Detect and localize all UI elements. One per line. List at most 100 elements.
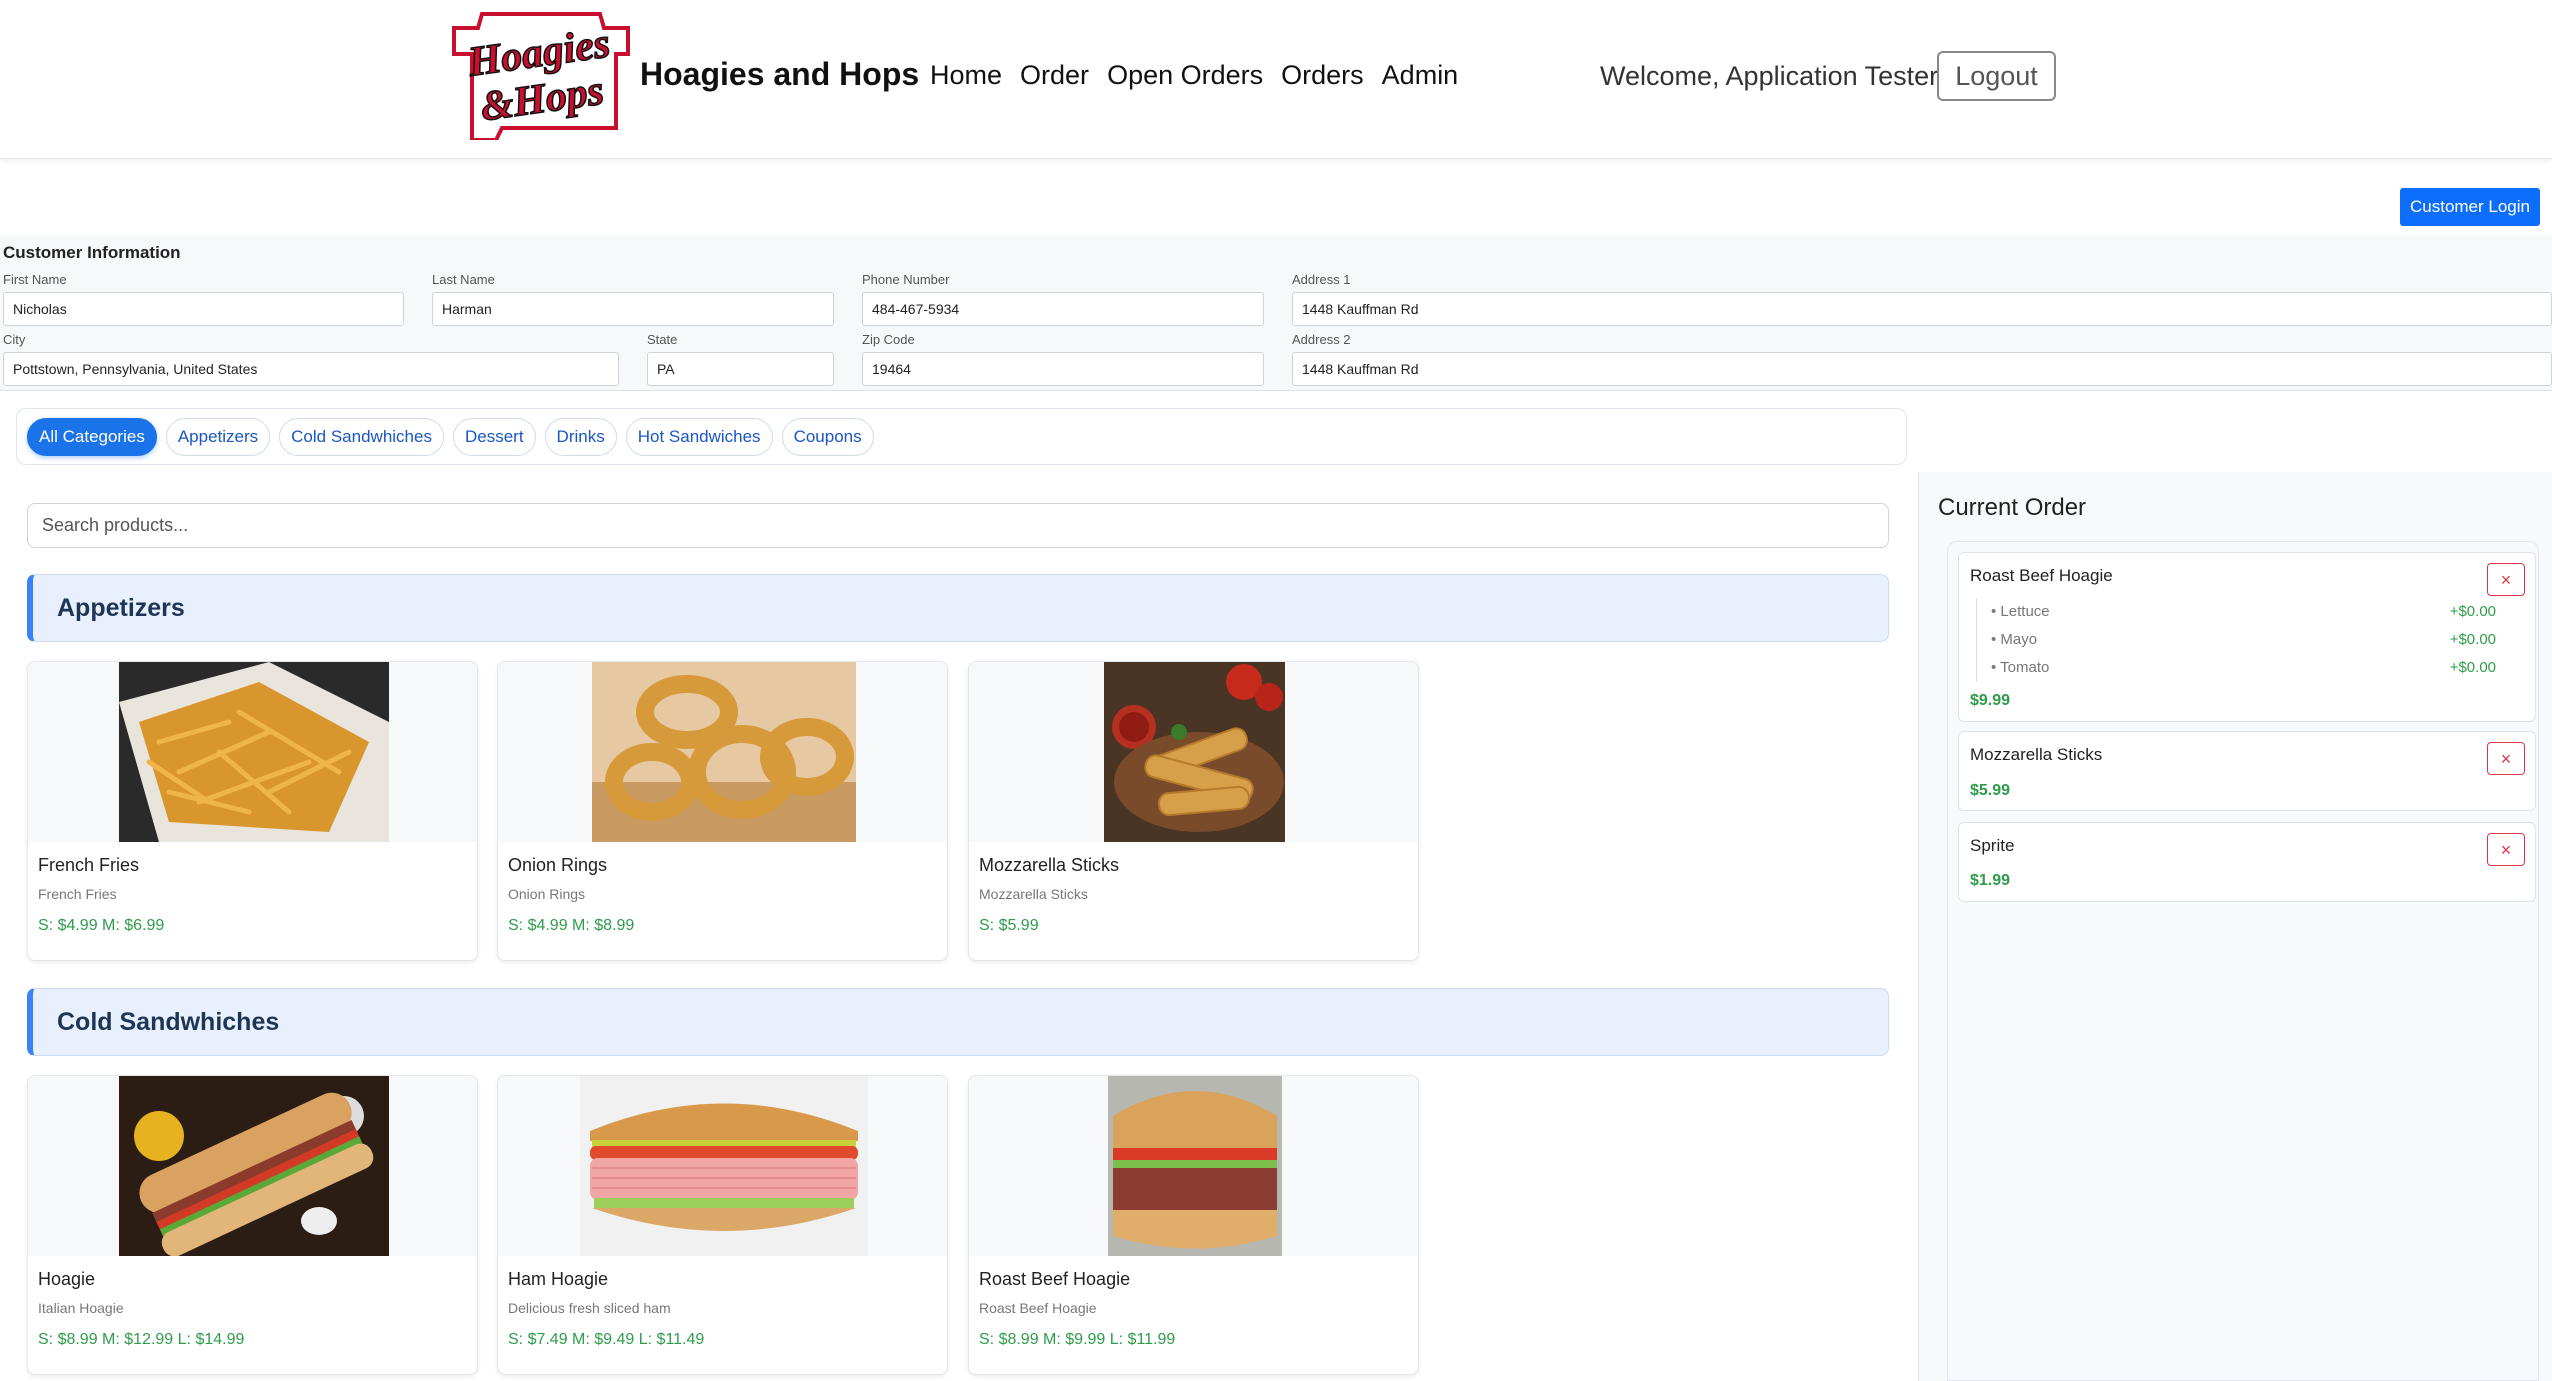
order-item-price: $5.99 (1970, 782, 2011, 799)
first-name-label: First Name (3, 272, 67, 287)
modifier-price: +$0.00 (2449, 659, 2496, 676)
product-price: S: $4.99 M: $8.99 (508, 917, 635, 934)
product-search-input[interactable] (27, 503, 1889, 548)
product-price: S: $7.49 M: $9.49 L: $11.49 (508, 1331, 705, 1348)
onion-rings-image (592, 662, 856, 842)
section-title: Cold Sandwhiches (57, 1007, 280, 1036)
hoagie-image (119, 1076, 389, 1256)
nav-orders[interactable]: Orders (1281, 60, 1364, 91)
section-header-cold-sandwiches: Cold Sandwhiches (27, 988, 1889, 1056)
nav-admin[interactable]: Admin (1382, 60, 1459, 91)
product-name: French Fries (38, 855, 140, 875)
modifier-price: +$0.00 (2449, 631, 2496, 648)
category-drinks[interactable]: Drinks (544, 417, 617, 456)
modifier-name: • Lettuce (1991, 603, 2050, 620)
order-item: Roast Beef Hoagie × • Lettuce +$0.00 • Ma… (1958, 552, 2536, 722)
remove-item-button[interactable]: × (2487, 742, 2525, 775)
customer-information-panel: Customer Information First Name Last Nam… (0, 235, 2552, 391)
customer-info-title: Customer Information (3, 243, 181, 262)
product-card[interactable]: Mozzarella Sticks Mozzarella Sticks S: $… (968, 661, 1419, 961)
current-order-panel: Current Order Roast Beef Hoagie × • Lett… (1918, 472, 2552, 1381)
city-input[interactable] (3, 352, 619, 386)
order-items-list: Roast Beef Hoagie × • Lettuce +$0.00 • Ma… (1947, 541, 2539, 1381)
category-cold-sandwiches[interactable]: Cold Sandwhiches (279, 417, 444, 456)
address1-input[interactable] (1292, 292, 2552, 326)
category-appetizers[interactable]: Appetizers (165, 417, 271, 456)
ham-hoagie-image (580, 1076, 868, 1256)
product-card[interactable]: Ham Hoagie Delicious fresh sliced ham S:… (497, 1075, 948, 1375)
logout-button[interactable]: Logout (1937, 51, 2056, 101)
product-name: Ham Hoagie (508, 1269, 609, 1289)
section-title: Appetizers (57, 593, 185, 622)
modifier-price: +$0.00 (2449, 603, 2496, 620)
address2-label: Address 2 (1292, 332, 1351, 347)
order-item-modifiers: • Lettuce +$0.00 • Mayo +$0.00 • Tomato +$0… (1976, 598, 2496, 682)
category-hot-sandwiches[interactable]: Hot Sandwiches (625, 417, 773, 456)
product-description: Roast Beef Hoagie (979, 1300, 1097, 1316)
customer-login-button[interactable]: Customer Login (2400, 188, 2540, 226)
address1-label: Address 1 (1292, 272, 1351, 287)
first-name-input[interactable] (3, 292, 404, 326)
product-image-french-fries (28, 662, 477, 842)
remove-item-button[interactable]: × (2487, 563, 2525, 596)
category-filter-bar: All Categories Appetizers Cold Sandwhich… (16, 408, 1907, 465)
modifier-row: • Tomato +$0.00 (1977, 654, 2496, 682)
last-name-input[interactable] (432, 292, 834, 326)
product-price: S: $4.99 M: $6.99 (38, 917, 165, 934)
order-item-name: Roast Beef Hoagie (1970, 566, 2113, 585)
order-item: Sprite × $1.99 (1958, 822, 2536, 902)
product-price: S: $8.99 M: $9.99 L: $11.99 (979, 1331, 1176, 1348)
product-image-onion-rings (498, 662, 947, 842)
zip-label: Zip Code (862, 332, 915, 347)
modifier-name: • Tomato (1991, 659, 2050, 676)
nav-order[interactable]: Order (1020, 60, 1089, 91)
phone-label: Phone Number (862, 272, 950, 287)
product-name: Mozzarella Sticks (979, 855, 1120, 875)
category-coupons[interactable]: Coupons (781, 417, 874, 456)
top-navbar: Hoagies &Hops Hoagies and Hops Home Orde… (0, 0, 2552, 159)
zip-input[interactable] (862, 352, 1264, 386)
brand-name[interactable]: Hoagies and Hops (640, 56, 919, 93)
product-image-mozzarella-sticks (969, 662, 1418, 842)
product-name: Hoagie (38, 1269, 96, 1289)
product-description: French Fries (38, 886, 117, 902)
product-description: Mozzarella Sticks (979, 886, 1088, 902)
nav-home[interactable]: Home (930, 60, 1002, 91)
order-item-price: $1.99 (1970, 872, 2011, 889)
remove-item-button[interactable]: × (2487, 833, 2525, 866)
product-name: Onion Rings (508, 855, 608, 875)
city-label: City (3, 332, 26, 347)
modifier-row: • Lettuce +$0.00 (1977, 598, 2496, 626)
product-description: Italian Hoagie (38, 1300, 124, 1316)
product-card[interactable]: Hoagie Italian Hoagie S: $8.99 M: $12.99… (27, 1075, 478, 1375)
order-item-name: Sprite (1970, 836, 2015, 855)
nav-open-orders[interactable]: Open Orders (1107, 60, 1263, 91)
product-card[interactable]: French Fries French Fries S: $4.99 M: $6… (27, 661, 478, 961)
state-input[interactable] (647, 352, 834, 386)
product-price: S: $8.99 M: $12.99 L: $14.99 (38, 1331, 245, 1348)
modifier-row: • Mayo +$0.00 (1977, 626, 2496, 654)
product-description: Delicious fresh sliced ham (508, 1300, 671, 1316)
phone-input[interactable] (862, 292, 1264, 326)
product-card[interactable]: Roast Beef Hoagie Roast Beef Hoagie S: $… (968, 1075, 1419, 1375)
product-image-ham-hoagie (498, 1076, 947, 1256)
product-name: Roast Beef Hoagie (979, 1269, 1131, 1289)
product-image-hoagie (28, 1076, 477, 1256)
product-description: Onion Rings (508, 886, 586, 902)
category-dessert[interactable]: Dessert (452, 417, 536, 456)
state-label: State (647, 332, 678, 347)
order-item-name: Mozzarella Sticks (1970, 745, 2103, 764)
hoagies-and-hops-logo[interactable]: Hoagies &Hops (452, 8, 630, 140)
order-item: Mozzarella Sticks × $5.99 (1958, 731, 2536, 811)
category-all[interactable]: All Categories (27, 417, 157, 456)
product-image-roast-beef-hoagie (969, 1076, 1418, 1256)
section-header-appetizers: Appetizers (27, 574, 1889, 642)
current-order-title: Current Order (1938, 494, 2087, 521)
mozzarella-sticks-image (1104, 662, 1285, 842)
fries-image (119, 662, 389, 842)
address2-input[interactable] (1292, 352, 2552, 386)
main-nav: Home Order Open Orders Orders Admin (930, 60, 1458, 91)
last-name-label: Last Name (432, 272, 495, 287)
roast-beef-hoagie-image (1108, 1076, 1282, 1256)
product-card[interactable]: Onion Rings Onion Rings S: $4.99 M: $8.9… (497, 661, 948, 961)
